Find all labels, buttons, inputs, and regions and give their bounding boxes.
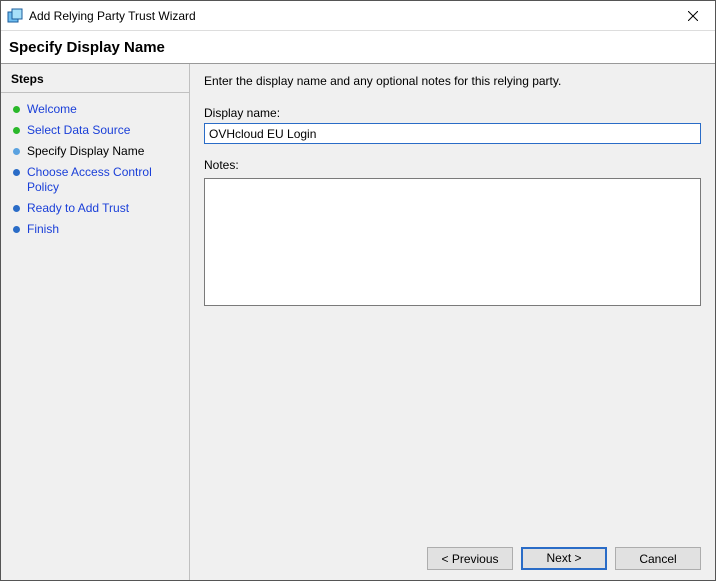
step-label: Finish [27, 222, 59, 237]
app-icon [7, 8, 23, 24]
close-button[interactable] [670, 1, 715, 31]
previous-button[interactable]: < Previous [427, 547, 513, 570]
notes-textarea[interactable] [204, 178, 701, 306]
step-ready-to-add-trust[interactable]: Ready to Add Trust [1, 198, 189, 219]
page-title: Specify Display Name [9, 39, 165, 56]
step-bullet-icon [13, 226, 20, 233]
step-bullet-icon [13, 169, 20, 176]
display-name-label: Display name: [204, 106, 701, 120]
steps-list: Welcome Select Data Source Specify Displ… [1, 99, 189, 240]
step-label: Ready to Add Trust [27, 201, 129, 216]
wizard-body: Steps Welcome Select Data Source Specify… [1, 64, 715, 580]
step-label: Specify Display Name [27, 144, 144, 159]
step-specify-display-name[interactable]: Specify Display Name [1, 141, 189, 162]
cancel-button[interactable]: Cancel [615, 547, 701, 570]
step-bullet-icon [13, 205, 20, 212]
window-title: Add Relying Party Trust Wizard [29, 9, 670, 23]
display-name-input[interactable] [204, 123, 701, 144]
step-label: Choose Access Control Policy [27, 165, 181, 195]
step-bullet-icon [13, 106, 20, 113]
step-label: Select Data Source [27, 123, 130, 138]
step-welcome[interactable]: Welcome [1, 99, 189, 120]
notes-label: Notes: [204, 158, 701, 172]
step-select-data-source[interactable]: Select Data Source [1, 120, 189, 141]
titlebar: Add Relying Party Trust Wizard [1, 1, 715, 31]
wizard-window: Add Relying Party Trust Wizard Specify D… [0, 0, 716, 581]
steps-sidebar: Steps Welcome Select Data Source Specify… [1, 64, 190, 580]
step-bullet-icon [13, 127, 20, 134]
steps-header: Steps [1, 70, 189, 93]
main-panel: Enter the display name and any optional … [190, 64, 715, 580]
next-button[interactable]: Next > [521, 547, 607, 570]
step-bullet-icon [13, 148, 20, 155]
instruction-text: Enter the display name and any optional … [204, 74, 701, 88]
button-row: < Previous Next > Cancel [427, 547, 701, 570]
wizard-header: Specify Display Name [1, 31, 715, 64]
step-choose-access-control-policy[interactable]: Choose Access Control Policy [1, 162, 189, 198]
step-finish[interactable]: Finish [1, 219, 189, 240]
step-label: Welcome [27, 102, 77, 117]
